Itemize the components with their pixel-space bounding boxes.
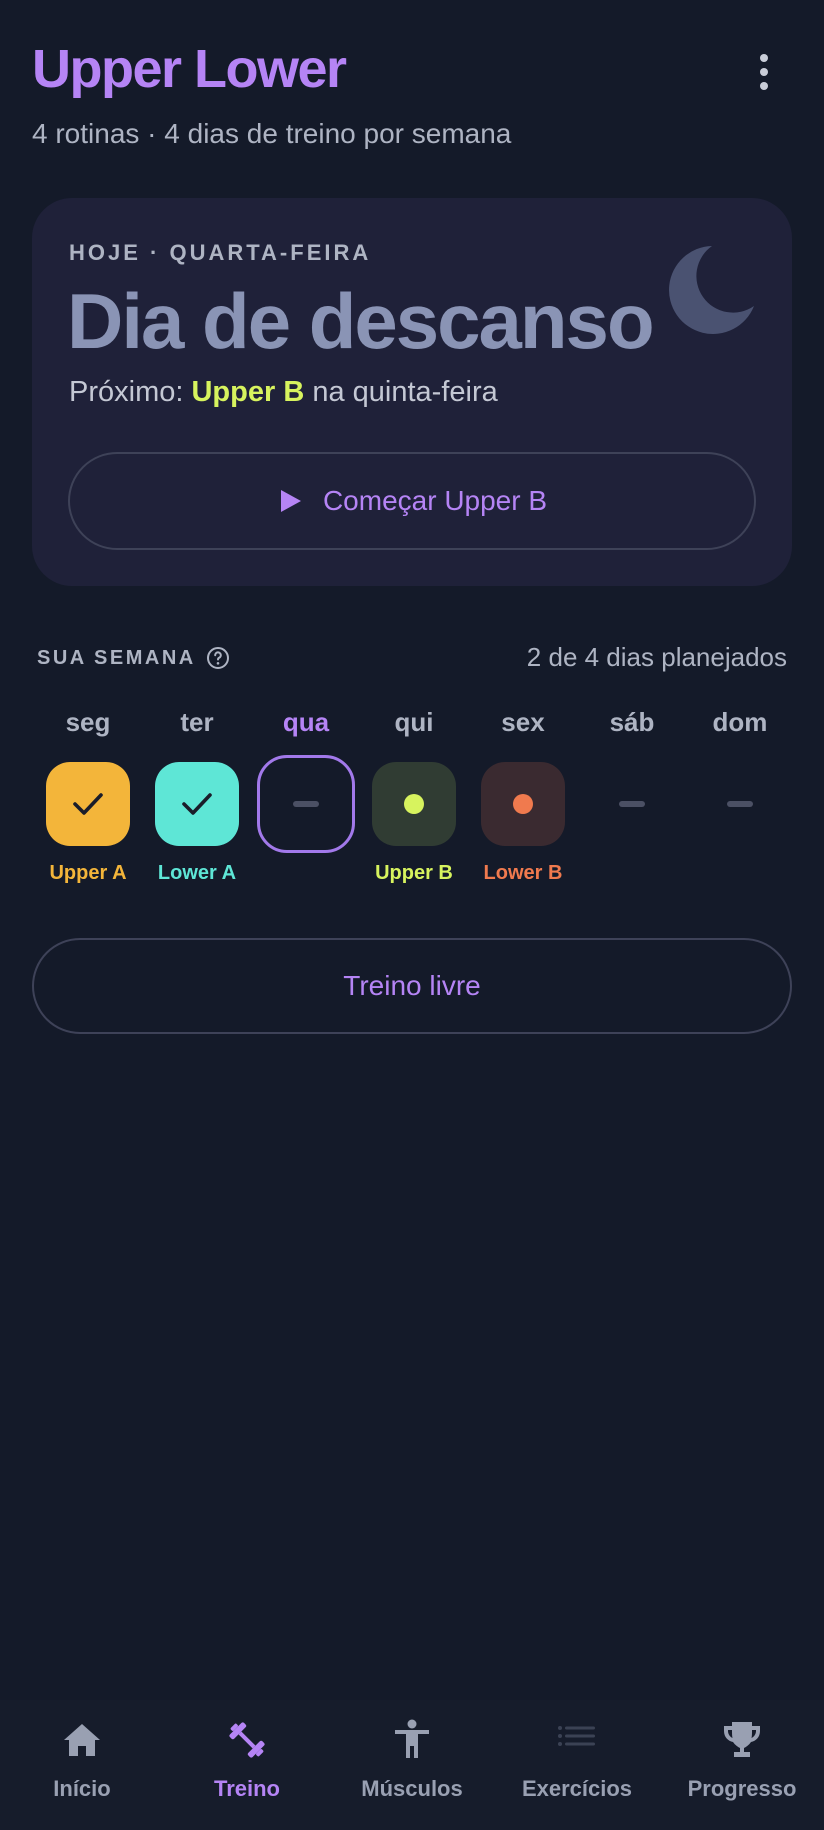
day-name: qui	[394, 707, 434, 737]
start-workout-label: Começar Upper B	[322, 485, 548, 516]
body-icon	[395, 1719, 429, 1758]
today-card: HOJE · QUARTA-FEIRA Dia de descanso Próx…	[32, 198, 792, 586]
start-workout-button[interactable]: Começar Upper B	[68, 452, 756, 550]
planned-dot-icon	[513, 794, 533, 814]
day-cell-sab[interactable]	[590, 762, 674, 846]
day-qui: qui Upper B	[360, 702, 468, 902]
today-date-label: HOJE · QUARTA-FEIRA	[69, 240, 372, 265]
moon-icon	[669, 246, 754, 334]
rest-dash-icon	[293, 801, 319, 807]
page-subtitle: 4 rotinas · 4 dias de treino por semana	[32, 118, 512, 149]
day-seg: seg Upper A	[34, 702, 142, 902]
week-status: 2 de 4 dias planejados	[526, 642, 787, 672]
check-icon	[182, 793, 212, 815]
rest-dash-icon	[727, 801, 753, 807]
day-dom: dom	[686, 702, 794, 902]
nav-item-progresso[interactable]: Progresso	[660, 1718, 824, 1818]
day-sab: sáb	[578, 702, 686, 902]
planned-dot-icon	[404, 794, 424, 814]
day-cell-sex[interactable]	[481, 762, 565, 846]
nav-label: Exercícios	[521, 1776, 633, 1801]
day-routine-label: Lower A	[157, 862, 237, 884]
bottom-navigation: Início Treino Músculos Exercícios Progre…	[0, 1700, 824, 1830]
help-icon[interactable]	[206, 646, 230, 670]
day-routine-label: Lower B	[483, 862, 563, 884]
check-icon	[73, 793, 103, 815]
day-name: sex	[501, 707, 545, 737]
week-section-label: SUA SEMANA	[37, 646, 230, 670]
next-workout-text: Próximo: Upper B na quinta-feira	[69, 376, 498, 408]
day-cell-qua[interactable]	[257, 755, 355, 853]
day-name: seg	[65, 707, 111, 737]
nav-label: Treino	[213, 1776, 280, 1801]
free-workout-button[interactable]: Treino livre	[32, 938, 792, 1034]
nav-item-treino[interactable]: Treino	[165, 1718, 329, 1818]
more-vert-icon	[760, 54, 768, 62]
day-cell-qui[interactable]	[372, 762, 456, 846]
nav-item-inicio[interactable]: Início	[0, 1718, 164, 1818]
nav-item-musculos[interactable]: Músculos	[330, 1718, 494, 1818]
day-cell-dom[interactable]	[698, 762, 782, 846]
day-cell-ter[interactable]	[155, 762, 239, 846]
week-days: seg Upper A ter Lower A qua qui Upper B …	[32, 702, 792, 902]
nav-item-exercicios[interactable]: Exercícios	[495, 1718, 659, 1818]
list-icon	[558, 1726, 595, 1746]
day-ter: ter Lower A	[143, 702, 251, 902]
more-options-button[interactable]	[740, 48, 788, 96]
day-routine-label: Upper B	[375, 862, 453, 884]
day-qua: qua	[252, 702, 360, 902]
play-icon	[280, 490, 301, 512]
day-name: sáb	[609, 707, 655, 737]
rest-dash-icon	[619, 801, 645, 807]
day-name: ter	[180, 707, 214, 737]
dumbbell-icon	[229, 1722, 265, 1758]
day-cell-seg[interactable]	[46, 762, 130, 846]
trophy-icon	[724, 1722, 760, 1757]
nav-label: Músculos	[361, 1776, 463, 1801]
next-routine-name: Upper B	[191, 376, 305, 408]
home-icon	[64, 1724, 100, 1756]
app-screen: Upper Lower 4 rotinas · 4 dias de treino…	[0, 0, 824, 1830]
day-sex: sex Lower B	[469, 702, 577, 902]
day-routine-label: Upper A	[49, 862, 127, 884]
nav-label: Início	[53, 1776, 111, 1801]
page-title: Upper Lower	[32, 39, 347, 99]
day-name: dom	[712, 707, 768, 737]
today-heading: Dia de descanso	[67, 277, 655, 365]
day-name: qua	[282, 707, 330, 737]
nav-label: Progresso	[687, 1776, 797, 1801]
